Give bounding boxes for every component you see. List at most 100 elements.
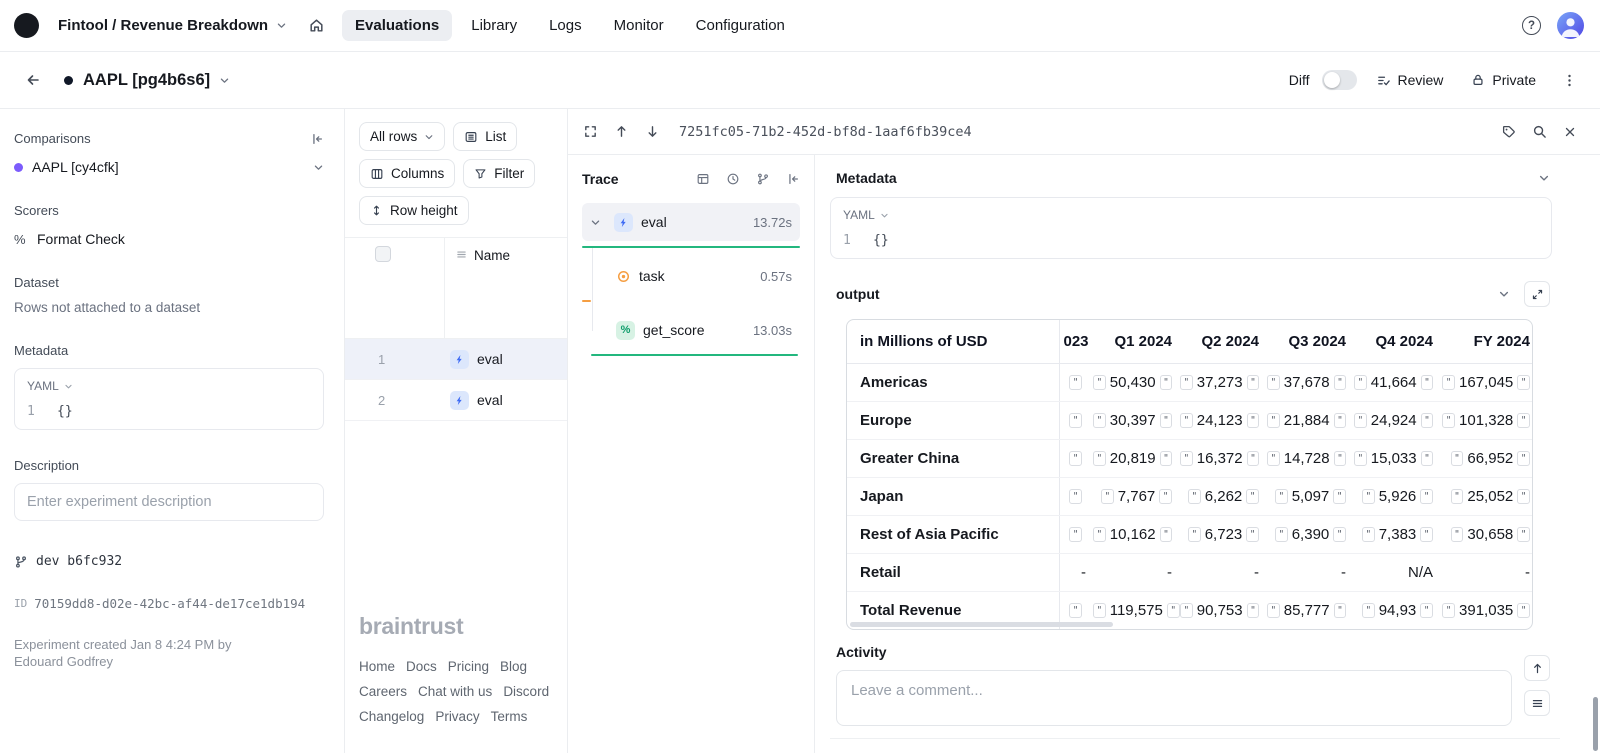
nav-item-evaluations[interactable]: Evaluations: [342, 10, 452, 41]
span-row-task[interactable]: task0.57s: [582, 257, 800, 295]
durations-icon[interactable]: [726, 172, 740, 186]
row-label: Retail: [847, 554, 1059, 592]
footer-link-careers[interactable]: Careers: [359, 679, 407, 704]
nav-item-logs[interactable]: Logs: [536, 10, 595, 41]
user-avatar[interactable]: [1557, 12, 1584, 39]
nav-item-library[interactable]: Library: [458, 10, 530, 41]
review-label: Review: [1398, 72, 1444, 88]
eval-row-2[interactable]: 2eval: [345, 380, 567, 421]
experiment-sidebar: Comparisons AAPL [cy4cfk] Scorers % Form…: [0, 109, 345, 753]
privacy-button[interactable]: Private: [1462, 65, 1545, 95]
columns-button[interactable]: Columns: [359, 159, 455, 188]
footer-link-docs[interactable]: Docs: [406, 654, 437, 679]
experiment-title-button[interactable]: AAPL [pg4b6s6]: [83, 71, 230, 90]
more-menu-button[interactable]: [1555, 66, 1584, 95]
quote-badge: ": [1188, 489, 1201, 505]
quote-badge: ": [1246, 527, 1259, 543]
name-column-header[interactable]: Name: [445, 238, 510, 338]
top-navbar: Fintool / Revenue Breakdown EvaluationsL…: [0, 0, 1600, 52]
search-trace-button[interactable]: [1525, 117, 1554, 146]
git-ref[interactable]: dev b6fc932: [14, 554, 324, 569]
quote-badge: ": [1354, 375, 1367, 391]
scorer-item[interactable]: % Format Check: [14, 231, 324, 247]
waterfall-icon[interactable]: [756, 172, 770, 186]
quote-badge: ": [1267, 375, 1280, 391]
columns-label: Columns: [391, 166, 444, 181]
collapse-sidebar-icon[interactable]: [310, 132, 324, 146]
select-all-checkbox[interactable]: [375, 246, 391, 262]
footer-link-blog[interactable]: Blog: [500, 654, 527, 679]
privacy-label: Private: [1492, 72, 1536, 88]
clipped-column-header: 023: [1059, 320, 1089, 364]
home-icon[interactable]: [301, 10, 332, 41]
column-header-q4-2024: Q4 2024: [1350, 320, 1437, 364]
description-input[interactable]: [14, 483, 324, 521]
view-mode-button[interactable]: List: [453, 122, 517, 151]
nav-item-configuration[interactable]: Configuration: [683, 10, 798, 41]
expand-trace-button[interactable]: [576, 117, 605, 146]
footer-link-discord[interactable]: Discord: [503, 679, 549, 704]
span-metadata-editor[interactable]: YAML 1 {}: [830, 197, 1552, 259]
eval-rows-table: Name 1eval2eval: [345, 237, 567, 421]
footer-link-privacy[interactable]: Privacy: [435, 704, 479, 729]
eval-row-1[interactable]: 1eval: [345, 339, 567, 380]
collapse-span-icon[interactable]: [590, 217, 601, 228]
filter-button[interactable]: Filter: [463, 159, 535, 188]
chevron-down-icon[interactable]: [1498, 288, 1510, 300]
review-button[interactable]: Review: [1367, 65, 1453, 95]
quote-badge: ": [1354, 413, 1367, 429]
nav-item-monitor[interactable]: Monitor: [601, 10, 677, 41]
footer-link-pricing[interactable]: Pricing: [448, 654, 489, 679]
value-cell: "14,728": [1263, 440, 1350, 478]
line-number: 1: [27, 404, 57, 419]
footer-link-chat-with-us[interactable]: Chat with us: [418, 679, 492, 704]
project-switcher[interactable]: Fintool / Revenue Breakdown: [52, 11, 293, 40]
span-row-eval[interactable]: eval13.72s: [582, 203, 800, 241]
metadata-section-header[interactable]: Metadata: [815, 167, 1600, 189]
quote-badge: ": [1246, 489, 1259, 505]
footer-link-home[interactable]: Home: [359, 654, 395, 679]
vertical-scrollbar[interactable]: [1593, 697, 1598, 751]
close-trace-button[interactable]: [1556, 118, 1584, 146]
id-label: ID: [14, 597, 27, 610]
diff-toggle[interactable]: [1322, 70, 1357, 90]
horizontal-scrollbar[interactable]: [850, 622, 1113, 627]
value-cell: "30,397": [1089, 402, 1176, 440]
braintrust-logo[interactable]: [14, 13, 39, 38]
eval-icon: [450, 391, 469, 410]
chevron-down-icon[interactable]: [1538, 172, 1550, 184]
clipped-cell: ": [1059, 516, 1089, 554]
quote-badge: ": [1069, 375, 1082, 391]
back-button[interactable]: [18, 65, 48, 95]
yaml-format-dropdown[interactable]: YAML: [843, 208, 1539, 222]
quote-badge: ": [1362, 527, 1375, 543]
quote-badge: ": [1420, 603, 1433, 619]
output-table[interactable]: in Millions of USD 023 Q1 2024Q2 2024Q3 …: [846, 319, 1533, 630]
braintrust-wordmark: braintrust: [359, 613, 553, 640]
collapse-trace-panel-icon[interactable]: [786, 172, 800, 186]
table-view-icon[interactable]: [696, 172, 710, 186]
quote-badge: ": [1093, 375, 1106, 391]
rows-filter-dropdown[interactable]: All rows: [359, 122, 445, 151]
next-row-button[interactable]: [638, 117, 667, 146]
span-row-get-score[interactable]: %get_score13.03s: [582, 311, 800, 349]
help-icon[interactable]: ?: [1522, 16, 1541, 35]
footer-link-changelog[interactable]: Changelog: [359, 704, 424, 729]
activity-feed-button[interactable]: [1524, 690, 1550, 716]
quote-badge: ": [1362, 489, 1375, 505]
braintrust-footer: braintrust HomeDocsPricingBlogCareersCha…: [345, 613, 567, 753]
comment-input[interactable]: [836, 670, 1512, 726]
arrow-down-icon: [645, 124, 660, 139]
prev-row-button[interactable]: [607, 117, 636, 146]
span-duration-bar: [582, 246, 800, 248]
quote-badge: ": [1267, 413, 1280, 429]
yaml-format-dropdown[interactable]: YAML: [27, 379, 311, 393]
row-height-button[interactable]: Row height: [359, 196, 469, 225]
footer-link-terms[interactable]: Terms: [491, 704, 528, 729]
collapse-activity-button[interactable]: [1524, 655, 1550, 681]
tag-button[interactable]: [1494, 117, 1523, 146]
expand-output-button[interactable]: [1524, 281, 1550, 307]
trace-topbar: 7251fc05-71b2-452d-bf8d-1aaf6fb39ce4: [568, 109, 1600, 155]
metadata-editor[interactable]: YAML 1 {}: [14, 368, 324, 430]
comparison-item[interactable]: AAPL [cy4cfk]: [14, 159, 324, 175]
